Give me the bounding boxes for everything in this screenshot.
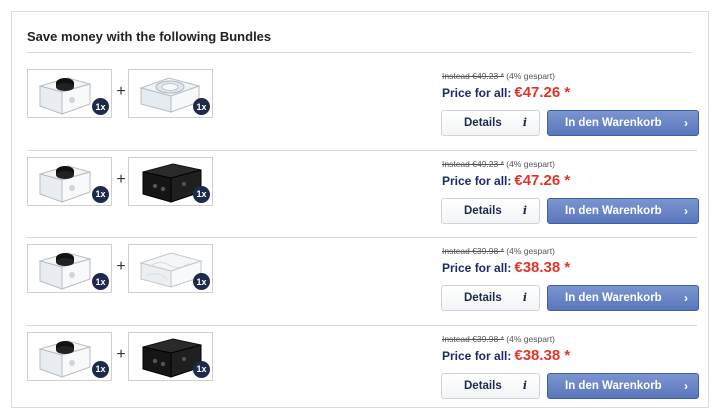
chevron-right-icon: › <box>684 379 688 393</box>
divider <box>27 52 692 53</box>
quantity-badge: 1x <box>92 98 109 115</box>
old-price-value: Instead €39.98 * <box>442 246 504 256</box>
details-button[interactable]: Details i <box>441 373 540 399</box>
quantity-badge: 1x <box>193 98 210 115</box>
add-to-cart-button[interactable]: In den Warenkorb › <box>547 110 699 136</box>
bundle-row: 1x + 1x Instead €39.98 * (4% gespart) Pr… <box>27 238 697 326</box>
price-value: €38.38 * <box>514 259 570 276</box>
quantity-badge: 1x <box>193 186 210 203</box>
add-to-cart-button[interactable]: In den Warenkorb › <box>547 198 699 224</box>
savings-text: (4% gespart) <box>506 334 555 344</box>
savings-text: (4% gespart) <box>506 159 555 169</box>
savings-text: (4% gespart) <box>506 71 555 81</box>
bundle-row: 1x + 1x Instead €49.23 * (4% gespart) Pr… <box>27 63 697 151</box>
bundles-panel: Save money with the following Bundles 1x… <box>11 11 709 408</box>
info-icon: i <box>523 379 527 392</box>
quantity-badge: 1x <box>92 186 109 203</box>
bundle-price: Price for all:€47.26 * <box>442 172 570 190</box>
chevron-right-icon: › <box>684 116 688 130</box>
chevron-right-icon: › <box>684 204 688 218</box>
info-icon: i <box>523 291 527 304</box>
cart-label: In den Warenkorb <box>565 380 662 392</box>
bundle-row: 1x + 1x Instead €39.98 * (4% gespart) Pr… <box>27 326 697 413</box>
cart-label: In den Warenkorb <box>565 292 662 304</box>
quantity-badge: 1x <box>92 361 109 378</box>
plus-icon: + <box>115 346 127 364</box>
quantity-badge: 1x <box>193 273 210 290</box>
plus-icon: + <box>115 83 127 101</box>
old-price: Instead €39.98 * (4% gespart) <box>442 334 555 344</box>
product-image-clear-block-with-black-knob[interactable]: 1x <box>27 244 112 293</box>
old-price-value: Instead €49.23 * <box>442 71 504 81</box>
plus-icon: + <box>115 171 127 189</box>
details-button[interactable]: Details i <box>441 198 540 224</box>
product-image-clear-block-with-black-knob[interactable]: 1x <box>27 332 112 381</box>
old-price: Instead €49.23 * (4% gespart) <box>442 71 555 81</box>
add-to-cart-button[interactable]: In den Warenkorb › <box>547 373 699 399</box>
product-image-clear-block-with-black-knob[interactable]: 1x <box>27 69 112 118</box>
product-image-clear-block-with-black-knob[interactable]: 1x <box>27 157 112 206</box>
old-price-value: Instead €39.98 * <box>442 334 504 344</box>
old-price: Instead €49.23 * (4% gespart) <box>442 159 555 169</box>
bundle-list: 1x + 1x Instead €49.23 * (4% gespart) Pr… <box>27 63 697 413</box>
cart-label: In den Warenkorb <box>565 205 662 217</box>
savings-text: (4% gespart) <box>506 246 555 256</box>
info-icon: i <box>523 204 527 217</box>
info-icon: i <box>523 116 527 129</box>
details-label: Details <box>464 292 502 304</box>
price-value: €38.38 * <box>514 347 570 364</box>
chevron-right-icon: › <box>684 291 688 305</box>
bundle-price: Price for all:€47.26 * <box>442 84 570 102</box>
quantity-badge: 1x <box>193 361 210 378</box>
product-image-clear-acrylic-reservoir-top[interactable]: 1x <box>128 69 213 118</box>
old-price: Instead €39.98 * (4% gespart) <box>442 246 555 256</box>
price-label: Price for all: <box>442 86 511 100</box>
price-label: Price for all: <box>442 174 511 188</box>
details-label: Details <box>464 117 502 129</box>
product-image-black-block-with-ports[interactable]: 1x <box>128 157 213 206</box>
price-value: €47.26 * <box>514 84 570 101</box>
details-button[interactable]: Details i <box>441 110 540 136</box>
product-image-black-block-with-ports[interactable]: 1x <box>128 332 213 381</box>
quantity-badge: 1x <box>92 273 109 290</box>
old-price-value: Instead €49.23 * <box>442 159 504 169</box>
section-title: Save money with the following Bundles <box>27 29 271 44</box>
cart-label: In den Warenkorb <box>565 117 662 129</box>
details-button[interactable]: Details i <box>441 285 540 311</box>
price-label: Price for all: <box>442 261 511 275</box>
price-label: Price for all: <box>442 349 511 363</box>
add-to-cart-button[interactable]: In den Warenkorb › <box>547 285 699 311</box>
bundle-price: Price for all:€38.38 * <box>442 347 570 365</box>
product-image-frosted-clear-block[interactable]: 1x <box>128 244 213 293</box>
price-value: €47.26 * <box>514 172 570 189</box>
bundle-row: 1x + 1x Instead €49.23 * (4% gespart) Pr… <box>27 151 697 239</box>
plus-icon: + <box>115 258 127 276</box>
details-label: Details <box>464 205 502 217</box>
bundle-price: Price for all:€38.38 * <box>442 259 570 277</box>
details-label: Details <box>464 380 502 392</box>
